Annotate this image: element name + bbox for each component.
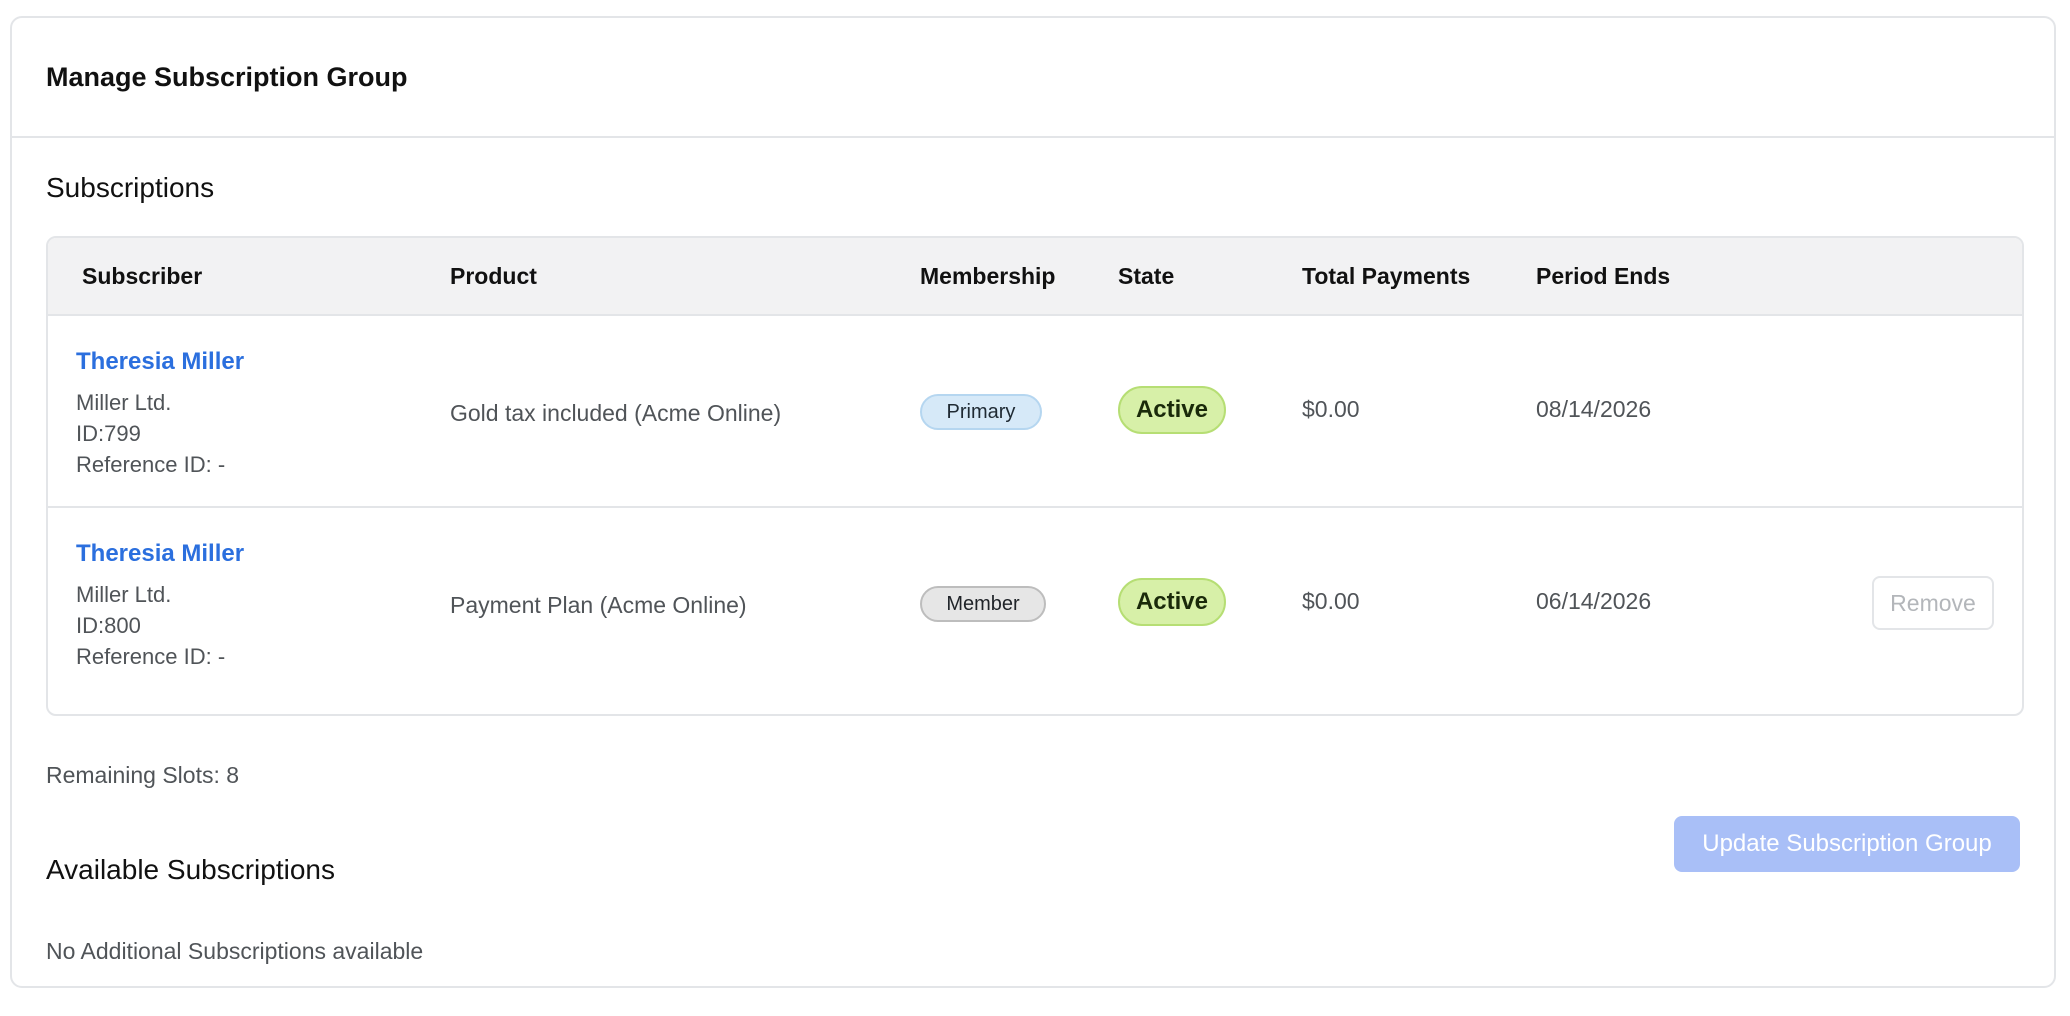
subscriptions-section-title: Subscriptions [46,172,215,203]
subscriber-id: ID:799 [76,421,141,446]
total-payments: $0.00 [1302,396,1360,422]
available-subscriptions-title: Available Subscriptions [46,854,335,885]
membership-badge: Member [920,586,1046,622]
no-available-subscriptions-text: No Additional Subscriptions available [46,938,424,964]
total-payments: $0.00 [1302,588,1360,614]
subscriptions-table: Subscriber Product Membership State Tota… [46,236,2024,716]
table-row: Theresia Miller Miller Ltd. ID:799 Refer… [48,316,2022,508]
column-header-period-ends: Period Ends [1536,263,1671,289]
table-header: Subscriber Product Membership State Tota… [48,238,2022,316]
product-name: Gold tax included (Acme Online) [450,400,782,426]
column-header-state: State [1118,263,1175,289]
subscriber-reference-id: Reference ID: - [76,452,226,477]
subscriber-name-link[interactable]: Theresia Miller [76,540,244,568]
membership-badge: Primary [920,394,1042,430]
subscriber-company: Miller Ltd. [76,582,172,607]
remaining-slots: Remaining Slots: 8 [46,762,240,788]
table-row: Theresia Miller Miller Ltd. ID:800 Refer… [48,508,2022,698]
column-header-subscriber: Subscriber [82,263,203,289]
update-subscription-group-button[interactable]: Update Subscription Group [1674,816,2020,872]
period-ends: 06/14/2026 [1536,588,1652,614]
state-badge: Active [1118,578,1226,626]
subscriber-company: Miller Ltd. [76,390,172,415]
remove-button[interactable]: Remove [1872,576,1994,630]
state-badge: Active [1118,386,1226,434]
column-header-membership: Membership [920,263,1056,289]
page-title: Manage Subscription Group [46,61,408,92]
product-name: Payment Plan (Acme Online) [450,592,747,618]
column-header-product: Product [450,263,537,289]
subscriber-reference-id: Reference ID: - [76,644,226,669]
subscriber-name-link[interactable]: Theresia Miller [76,348,244,376]
period-ends: 08/14/2026 [1536,396,1652,422]
panel-header: Manage Subscription Group [12,18,2054,138]
subscriber-id: ID:800 [76,613,141,638]
column-header-total-payments: Total Payments [1302,263,1471,289]
manage-subscription-group-panel: Manage Subscription Group Subscriptions … [10,16,2056,988]
